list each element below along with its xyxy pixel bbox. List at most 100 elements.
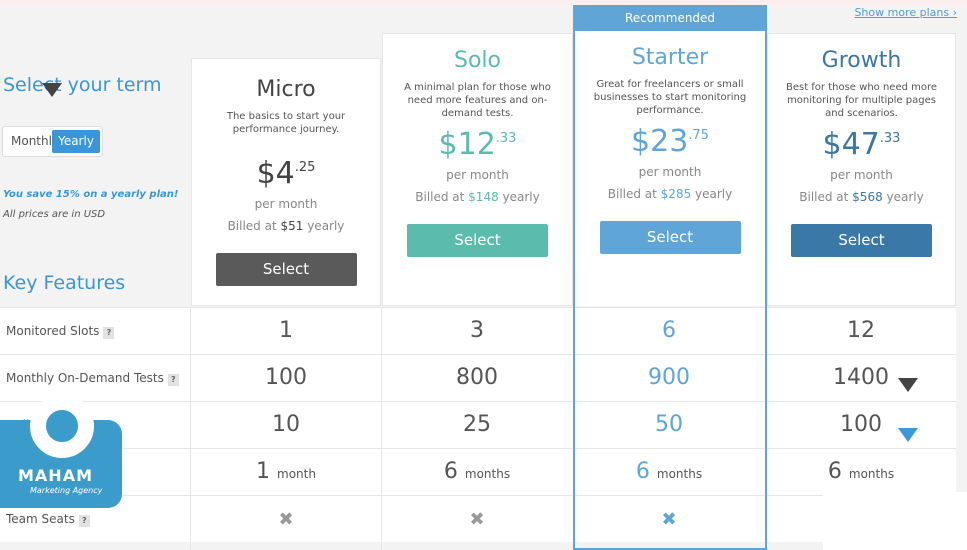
value: 1 xyxy=(256,459,271,484)
help-icon[interactable]: ? xyxy=(78,515,90,527)
feature-name: Monitored Slots xyxy=(6,324,100,338)
plan-name: Micro xyxy=(256,77,316,102)
billed-label: Billed at xyxy=(415,190,469,204)
feature-value: 1 month xyxy=(191,459,381,484)
overlay-box xyxy=(823,492,967,550)
value: 3 xyxy=(470,318,484,343)
select-micro-button[interactable]: Select xyxy=(215,253,357,286)
unit: months xyxy=(656,467,703,481)
plan-price: $12.33 xyxy=(383,127,572,162)
billed-label: Billed at xyxy=(227,219,281,233)
billed-amount: $285 xyxy=(660,187,692,201)
feature-value: 6 months xyxy=(382,459,572,484)
feature-value: 6 xyxy=(574,318,764,343)
select-starter-button[interactable]: Select xyxy=(599,221,741,254)
recommended-badge: Recommended xyxy=(573,5,767,31)
price-dollars: $12 xyxy=(438,127,496,162)
show-more-plans-link[interactable]: Show more plans › xyxy=(854,6,957,19)
value: 10 xyxy=(272,412,300,437)
plan-description: A minimal plan for those who need more f… xyxy=(404,82,551,119)
billed-suffix: yearly xyxy=(691,187,733,201)
value: 25 xyxy=(463,412,491,437)
price-period: per month xyxy=(638,165,702,179)
feature-label: Monitored Slots? xyxy=(6,324,115,339)
divider xyxy=(190,307,191,550)
billed-yearly: Billed at $51 yearly xyxy=(192,219,380,233)
price-dollars: $23 xyxy=(631,124,689,159)
feature-value: 25 xyxy=(382,412,572,437)
feature-value: 1 xyxy=(191,318,381,343)
plan-card-solo: Solo A minimal plan for those who need m… xyxy=(382,33,573,306)
price-cents: .75 xyxy=(688,128,709,143)
price-period: per month xyxy=(830,168,893,182)
plan-card-micro: Micro The basics to start your performan… xyxy=(191,58,381,306)
feature-row: Team Seats? ✖ ✖ ✖ xyxy=(0,495,956,542)
value: 900 xyxy=(648,365,690,390)
logo-ring-icon xyxy=(30,394,94,458)
price-cents: .33 xyxy=(495,131,517,146)
feature-value: 12 xyxy=(766,318,956,343)
logo-tagline: Marketing Agency xyxy=(30,486,103,495)
billed-yearly: Billed at $568 yearly xyxy=(768,190,955,204)
price-period: per month xyxy=(254,197,318,211)
feature-value: 10 xyxy=(191,412,381,437)
feature-name: Team Seats xyxy=(6,512,75,526)
value: 100 xyxy=(265,365,307,390)
plan-name: Growth xyxy=(821,48,902,73)
plan-price: $47.33 xyxy=(768,127,955,162)
feature-value: 6 months xyxy=(574,459,764,484)
billed-amount: $568 xyxy=(852,190,883,204)
feature-value: ✖ xyxy=(191,509,381,530)
help-icon[interactable]: ? xyxy=(103,327,115,339)
key-features-heading: Key Features xyxy=(3,272,126,294)
unit: month xyxy=(277,467,316,481)
select-solo-button[interactable]: Select xyxy=(407,224,548,257)
value: ✖ xyxy=(469,509,485,530)
logo-name: MAHAM xyxy=(18,466,93,485)
plan-name: Starter xyxy=(631,45,709,70)
feature-value: 1400 xyxy=(766,365,956,390)
feature-label: Team Seats? xyxy=(6,512,90,527)
value: 12 xyxy=(847,318,875,343)
plan-description: Best for those who need more monitoring … xyxy=(785,82,938,119)
plan-price: $4.25 xyxy=(192,156,380,191)
feature-name: Monthly On-Demand Tests xyxy=(6,371,164,385)
top-strip xyxy=(0,0,967,6)
feature-value: 50 xyxy=(574,412,764,437)
price-cents: .33 xyxy=(879,131,901,146)
yearly-option[interactable]: Yearly xyxy=(52,130,100,153)
dark-arrow-icon xyxy=(898,378,918,392)
billed-yearly: Billed at $285 yearly xyxy=(575,187,765,201)
price-cents: .25 xyxy=(294,160,316,175)
billed-amount: $51 xyxy=(280,219,304,233)
feature-value: 900 xyxy=(574,365,764,390)
value: 50 xyxy=(655,412,683,437)
feature-label: Monthly On-Demand Tests? xyxy=(6,371,179,386)
billed-label: Billed at xyxy=(799,190,853,204)
select-growth-button[interactable]: Select xyxy=(791,224,932,257)
price-dollars: $47 xyxy=(822,127,880,162)
value: ✖ xyxy=(661,509,677,530)
price-period: per month xyxy=(446,168,509,182)
plan-card-growth: Growth Best for those who need more moni… xyxy=(767,33,956,306)
feature-value: 100 xyxy=(191,365,381,390)
plan-description: The basics to start your performance jou… xyxy=(226,111,346,135)
value: 1400 xyxy=(833,365,889,390)
value: ✖ xyxy=(278,509,294,530)
value: 800 xyxy=(456,365,498,390)
billed-suffix: yearly xyxy=(303,219,345,233)
maham-logo: MAHAM Marketing Agency xyxy=(0,394,122,508)
feature-value: 6 months xyxy=(766,459,956,484)
billed-suffix: yearly xyxy=(882,190,924,204)
plan-card-starter: Starter Great for freelancers or small b… xyxy=(575,31,765,306)
help-icon[interactable]: ? xyxy=(167,374,179,386)
value: 1 xyxy=(279,318,293,343)
feature-row: Monthly On-Demand Tests? 100 800 900 1400 xyxy=(0,354,956,401)
feature-value: ✖ xyxy=(574,509,764,530)
cursor-arrow-icon xyxy=(42,83,62,97)
select-term-heading: Select your term xyxy=(3,74,162,96)
plan-price: $23.75 xyxy=(575,124,765,159)
blue-arrow-icon xyxy=(898,428,918,442)
term-toggle[interactable]: Monthly Yearly xyxy=(2,126,103,157)
currency-note: All prices are in USD xyxy=(3,209,106,220)
